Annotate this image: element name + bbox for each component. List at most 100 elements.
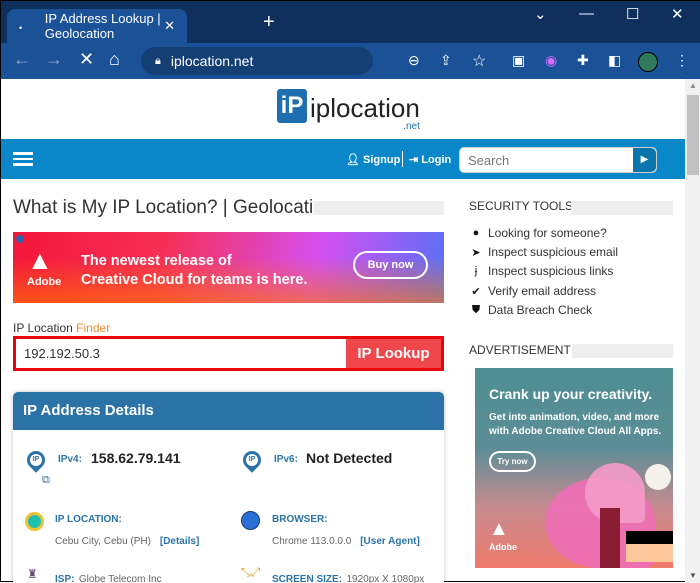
sign-in-icon: ⇥ — [409, 154, 422, 166]
ipv4-label: IPv4: — [58, 454, 82, 465]
tab-search-icon[interactable]: ⌄ — [534, 5, 547, 23]
scroll-down-arrow[interactable]: ▼ — [689, 571, 697, 580]
browser-tab[interactable]: • IP Address Lookup | Geolocation ✕ — [7, 9, 187, 43]
ip-finder-form: IP Lookup — [13, 336, 444, 371]
screen-row: SCREEN SIZE: 1920px X 1080px — [272, 569, 424, 583]
signup-label: Signup — [363, 154, 401, 166]
login-link[interactable]: ⇥ Login — [409, 153, 451, 166]
back-button[interactable]: ← — [13, 49, 31, 70]
browser-label: BROWSER: — [272, 514, 328, 525]
scroll-up-arrow[interactable]: ▲ — [689, 81, 697, 90]
ip-details-card: IP Address Details IP IPv4: 158.62.79.14… — [13, 392, 444, 583]
user-agent-link[interactable]: [User Agent] — [360, 536, 420, 547]
tool-label: Data Breach Check — [488, 303, 593, 317]
copy-icon[interactable]: ⧉ — [42, 474, 50, 487]
maximize-button[interactable]: ☐ — [626, 5, 639, 23]
lock-icon: 🔒︎ — [155, 54, 161, 67]
placeholder-bar — [572, 344, 673, 358]
globe-icon — [241, 511, 260, 530]
finder-label-accent: Finder — [76, 321, 111, 335]
logo-text: iplocation — [310, 93, 420, 123]
url-text: iplocation.net — [170, 53, 254, 69]
home-button[interactable]: ⌂ — [109, 49, 120, 70]
extension-icon[interactable]: ▣ — [512, 52, 525, 69]
adobe-banner-ad[interactable]: ▲ Adobe The newest release of Creative Cl… — [13, 232, 444, 303]
ipv6-value: Not Detected — [306, 450, 393, 466]
placeholder-bar — [314, 201, 444, 215]
loading-icon: • — [19, 23, 23, 33]
location-label: IP LOCATION: — [55, 514, 122, 525]
logo-mark: iP — [277, 89, 307, 123]
card-title: IP Address Details — [13, 392, 444, 430]
placeholder-bar — [571, 201, 673, 215]
adobe-logo-icon: ▲ — [489, 518, 509, 540]
shield-icon: ⛊ — [471, 303, 481, 316]
forward-button[interactable]: → — [45, 49, 63, 70]
search-input[interactable]: Search — [459, 147, 657, 173]
signup-link[interactable]: 👤︎ Signup — [346, 153, 400, 166]
user-plus-icon: 👤︎ — [346, 154, 364, 166]
new-tab-button[interactable]: + — [263, 11, 275, 34]
menu-list-icon[interactable] — [13, 152, 33, 166]
share-icon[interactable]: ⇪ — [440, 52, 452, 69]
finder-label: IP Location Finder — [13, 321, 110, 335]
isp-icon: ♜ — [27, 567, 38, 581]
security-tools-title: SECURITY TOOLS — [469, 199, 574, 213]
adobe-sidebar-ad[interactable]: Crank up your creativity. Get into anima… — [475, 368, 673, 568]
redaction-block — [626, 531, 673, 544]
profile-avatar[interactable] — [638, 52, 658, 72]
adobe-logo-icon: ▲ — [27, 245, 53, 275]
ad-choices-icon[interactable] — [16, 235, 24, 243]
side-panel-icon[interactable]: ◧ — [608, 52, 621, 69]
location-value: Cebu City, Cebu (PH) — [55, 536, 151, 547]
minimize-button[interactable]: — — [579, 5, 594, 22]
details-link[interactable]: [Details] — [160, 536, 199, 547]
finder-label-text: IP Location — [13, 321, 73, 335]
tool-label: Inspect suspicious email — [488, 245, 619, 259]
tool-label: Verify email address — [488, 284, 597, 298]
site-logo[interactable]: iP iplocation .net — [277, 89, 420, 132]
browser-value: Chrome 113.0.0.0 — [272, 536, 352, 547]
address-bar[interactable]: 🔒︎ iplocation.net — [141, 47, 373, 75]
ip-pin-icon: IP — [239, 447, 265, 473]
extension-podcast-icon[interactable]: ◉ — [545, 52, 557, 69]
white-flower-image — [645, 464, 671, 490]
logo-suffix: .net — [403, 121, 420, 132]
zoom-icon[interactable]: ⊖ — [408, 52, 420, 69]
tool-inspect-email[interactable]: ➤ Inspect suspicious email — [469, 245, 618, 259]
close-window-button[interactable]: ✕ — [671, 5, 684, 23]
divider — [402, 151, 403, 167]
tool-looking-for-someone[interactable]: ● Looking for someone? — [469, 226, 607, 240]
tool-data-breach[interactable]: ⛊ Data Breach Check — [469, 303, 592, 317]
bookmark-star-icon[interactable]: ☆ — [472, 51, 486, 71]
tool-inspect-links[interactable]: ɉ Inspect suspicious links — [469, 264, 614, 278]
scrollbar-thumb[interactable] — [687, 95, 699, 175]
search-button[interactable]: ▶ — [633, 148, 656, 172]
ip-address-input[interactable] — [16, 339, 346, 368]
tool-label: Looking for someone? — [488, 226, 607, 240]
stop-button[interactable]: ✕ — [79, 49, 94, 70]
close-tab-icon[interactable]: ✕ — [164, 18, 175, 34]
dancer-image — [600, 508, 620, 568]
advertisement-title: ADVERTISEMENT — [469, 343, 571, 357]
ad-line2: with Adobe Creative Cloud All Apps. — [489, 426, 662, 437]
ad-headline: Crank up your creativity. — [489, 386, 653, 402]
ip-pin-icon: IP — [23, 447, 49, 473]
login-label: Login — [421, 154, 452, 166]
menu-kebab-icon[interactable]: ⋮ — [675, 52, 689, 69]
redaction-block — [626, 544, 673, 562]
try-now-button[interactable]: Try now — [489, 451, 536, 472]
buy-now-button[interactable]: Buy now — [353, 251, 428, 279]
check-icon: ✔ — [471, 285, 481, 298]
ad-brand: Adobe — [27, 276, 62, 288]
tool-verify-email[interactable]: ✔ Verify email address — [469, 284, 596, 298]
ad-line2: Creative Cloud for teams is here. — [81, 272, 308, 288]
location-pin-icon — [25, 512, 44, 531]
ip-lookup-button[interactable]: IP Lookup — [346, 339, 441, 368]
isp-row: ISP: Globe Telecom Inc — [55, 569, 162, 583]
user-icon: ● — [472, 227, 480, 239]
ad-brand: Adobe — [489, 542, 517, 552]
extensions-puzzle-icon[interactable]: ✚ — [577, 52, 589, 69]
ad-line1: The newest release of — [81, 253, 232, 269]
ipv6-label: IPv6: — [274, 454, 298, 465]
